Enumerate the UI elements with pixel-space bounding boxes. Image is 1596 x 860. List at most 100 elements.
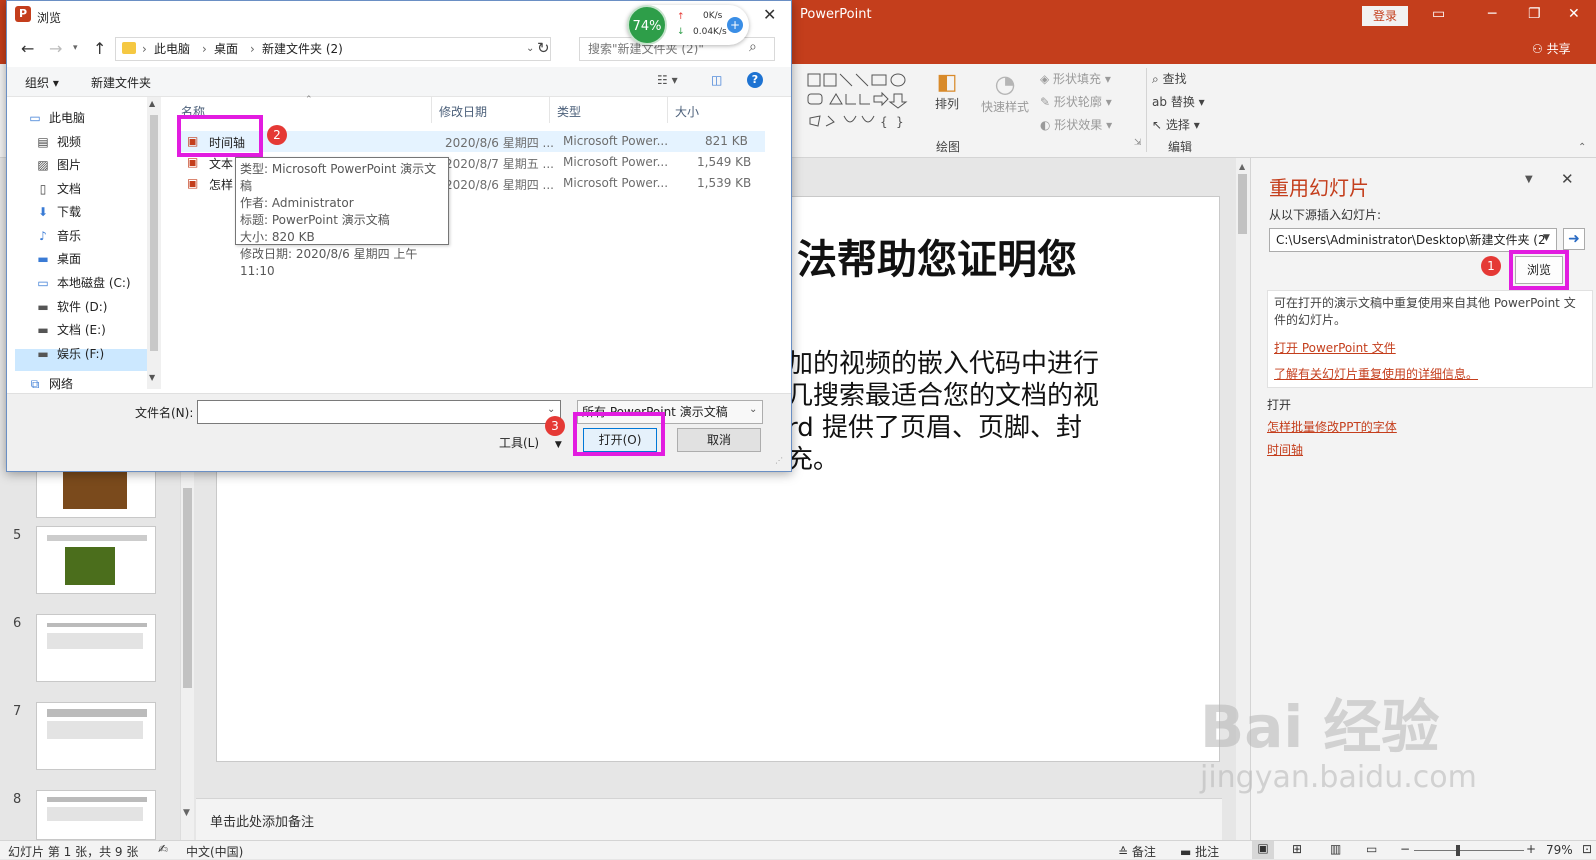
slide-body-line[interactable]: 充。 [787, 439, 839, 476]
browse-button[interactable]: 浏览 [1515, 256, 1563, 284]
dialog-close-icon[interactable]: ✕ [763, 5, 776, 24]
nav-drive-d[interactable]: ▬ 软件 (D:) [35, 298, 107, 315]
zoom-level[interactable]: 79% [1546, 843, 1573, 857]
slide-title[interactable]: 法帮助您证明您 [797, 227, 1077, 285]
quick-styles-button[interactable]: ◔ 快速样式 [976, 70, 1034, 144]
notes-toggle[interactable]: ≙ 备注 [1118, 843, 1156, 860]
breadcrumb-folder[interactable]: 新建文件夹 (2) [262, 38, 343, 60]
plus-icon[interactable]: + [727, 17, 743, 33]
slide-thumbnail-8[interactable] [36, 790, 156, 840]
ribbon-display-icon[interactable]: ▭ [1432, 6, 1445, 22]
recent-locations-icon[interactable]: ▾ [73, 43, 78, 53]
login-button[interactable]: 登录 [1362, 6, 1408, 26]
search-icon[interactable]: ⌕ [749, 39, 757, 55]
shapes-gallery[interactable]: {} [806, 72, 926, 138]
column-size[interactable]: 大小 [675, 103, 699, 120]
column-type[interactable]: 类型 [557, 103, 581, 120]
collapse-ribbon-icon[interactable]: ⌃ [1578, 142, 1586, 153]
nav-videos[interactable]: ▤ 视频 [35, 133, 81, 150]
back-arrow-icon[interactable]: ← [21, 39, 34, 58]
filename-input[interactable] [197, 400, 561, 424]
learn-more-link[interactable]: 了解有关幻灯片重复使用的详细信息。 [1274, 365, 1478, 382]
pane-options-icon[interactable]: ▼ [1525, 174, 1533, 185]
nav-drive-c[interactable]: ▭ 本地磁盘 (C:) [35, 274, 130, 291]
recent-file-link[interactable]: 怎样批量修改PPT的字体 [1267, 418, 1397, 435]
filename-dropdown-icon[interactable]: ⌄ [547, 404, 555, 415]
nav-this-pc[interactable]: ▭ 此电脑 [27, 109, 85, 126]
column-divider[interactable] [667, 97, 668, 123]
source-path-combo[interactable]: C:\Users\Administrator\Desktop\新建文件夹 (2 [1269, 228, 1557, 252]
scroll-up-icon[interactable]: ▲ [149, 99, 155, 108]
drawing-dialog-launcher-icon[interactable]: ⇲ [1134, 138, 1142, 148]
resize-grip-icon[interactable]: ⋰ [775, 456, 783, 465]
zoom-slider[interactable] [1414, 850, 1524, 851]
slide-thumbnail-4[interactable] [36, 464, 156, 518]
nav-desktop[interactable]: ▬ 桌面 [35, 250, 81, 267]
recent-file-link[interactable]: 时间轴 [1267, 441, 1303, 458]
cancel-button[interactable]: 取消 [677, 428, 761, 452]
shape-fill-button[interactable]: ◈ 形状填充 ▾ [1040, 70, 1111, 87]
nav-drive-e[interactable]: ▬ 文档 (E:) [35, 321, 105, 338]
tools-button[interactable]: 工具(L) ▼ [499, 434, 562, 451]
scroll-up-icon[interactable]: ▲ [1239, 162, 1245, 171]
address-dropdown-icon[interactable]: ⌄ [526, 38, 534, 60]
zoom-out-icon[interactable]: − [1400, 842, 1410, 856]
slideshow-icon[interactable]: ▭ [1366, 842, 1377, 856]
nav-pictures[interactable]: ▨ 图片 [35, 156, 81, 173]
chevron-down-icon[interactable]: ▼ [1543, 233, 1550, 243]
nav-music[interactable]: ♪ 音乐 [35, 227, 81, 244]
nav-drive-f[interactable]: ▬ 娱乐 (F:) [35, 345, 104, 362]
nav-documents[interactable]: ▯ 文档 [35, 180, 81, 197]
refresh-icon[interactable]: ↻ [537, 39, 550, 57]
open-ppt-file-link[interactable]: 打开 PowerPoint 文件 [1274, 339, 1396, 356]
organize-button[interactable]: 组织 ▾ [25, 74, 59, 91]
normal-view-icon[interactable]: ▣ [1252, 841, 1274, 859]
nav-scrollbar[interactable]: ▲ ▼ [147, 97, 161, 389]
up-arrow-icon[interactable]: ↑ [93, 39, 106, 58]
scrollbar-thumb[interactable] [1238, 174, 1247, 234]
nav-downloads[interactable]: ⬇ 下载 [35, 203, 81, 220]
slide-thumbnail-5[interactable] [36, 526, 156, 594]
address-bar[interactable]: › 此电脑 › 桌面 › 新建文件夹 (2) ⌄ [115, 37, 551, 61]
open-button[interactable]: 打开(O) [583, 428, 657, 452]
replace-button[interactable]: ab 替换 ▾ [1152, 93, 1205, 110]
zoom-slider-thumb[interactable] [1456, 845, 1460, 856]
breadcrumb-desktop[interactable]: 桌面 [214, 38, 238, 60]
spellcheck-icon[interactable]: ✍ [158, 842, 168, 856]
find-button[interactable]: ⌕ 查找 [1152, 70, 1187, 87]
close-pane-icon[interactable]: ✕ [1561, 170, 1574, 188]
forward-arrow-icon[interactable]: → [49, 39, 62, 58]
new-folder-button[interactable]: 新建文件夹 [91, 74, 151, 91]
nav-network[interactable]: ⧉ 网络 [27, 375, 73, 391]
go-arrow-button[interactable]: ➜ [1563, 228, 1585, 250]
help-icon[interactable]: ? [747, 72, 763, 88]
slide-thumbnail-7[interactable] [36, 702, 156, 770]
scrollbar-thumb[interactable] [150, 115, 158, 351]
share-button[interactable]: ⚇ 共享 [1532, 40, 1571, 57]
arrange-button[interactable]: ◧ 排列 [932, 70, 962, 144]
scrollbar-thumb[interactable] [183, 488, 192, 688]
view-options-icon[interactable]: ☷ ▾ [657, 73, 678, 87]
shape-outline-button[interactable]: ✎ 形状轮廓 ▾ [1040, 93, 1112, 110]
breadcrumb-this-pc[interactable]: 此电脑 [154, 38, 190, 60]
notes-pane[interactable]: 单击此处添加备注 [196, 798, 1222, 840]
close-icon[interactable]: ✕ [1568, 6, 1580, 22]
column-divider[interactable] [431, 97, 432, 123]
comments-toggle[interactable]: ▬ 批注 [1180, 843, 1219, 860]
column-date[interactable]: 修改日期 [439, 103, 487, 120]
network-speed-widget[interactable]: 74% ↑ 0K/s ↓ 0.04K/s + [627, 5, 749, 45]
filetype-dropdown-icon[interactable]: ⌄ [749, 404, 757, 415]
shape-effects-button[interactable]: ◐ 形状效果 ▾ [1040, 116, 1112, 133]
select-button[interactable]: ↖ 选择 ▾ [1152, 116, 1200, 133]
column-divider[interactable] [549, 97, 550, 123]
restore-icon[interactable]: ❐ [1528, 6, 1541, 22]
scroll-down-icon[interactable]: ▼ [183, 808, 190, 818]
slide-thumbnail-6[interactable] [36, 614, 156, 682]
fit-slide-icon[interactable]: ⊡ [1582, 842, 1592, 856]
zoom-in-icon[interactable]: + [1526, 842, 1536, 856]
minimize-icon[interactable]: ─ [1488, 6, 1496, 22]
slide-sorter-icon[interactable]: ⊞ [1292, 842, 1302, 856]
preview-pane-icon[interactable]: ◫ [711, 73, 722, 87]
scroll-down-icon[interactable]: ▼ [149, 373, 155, 382]
language-status[interactable]: 中文(中国) [186, 843, 243, 860]
